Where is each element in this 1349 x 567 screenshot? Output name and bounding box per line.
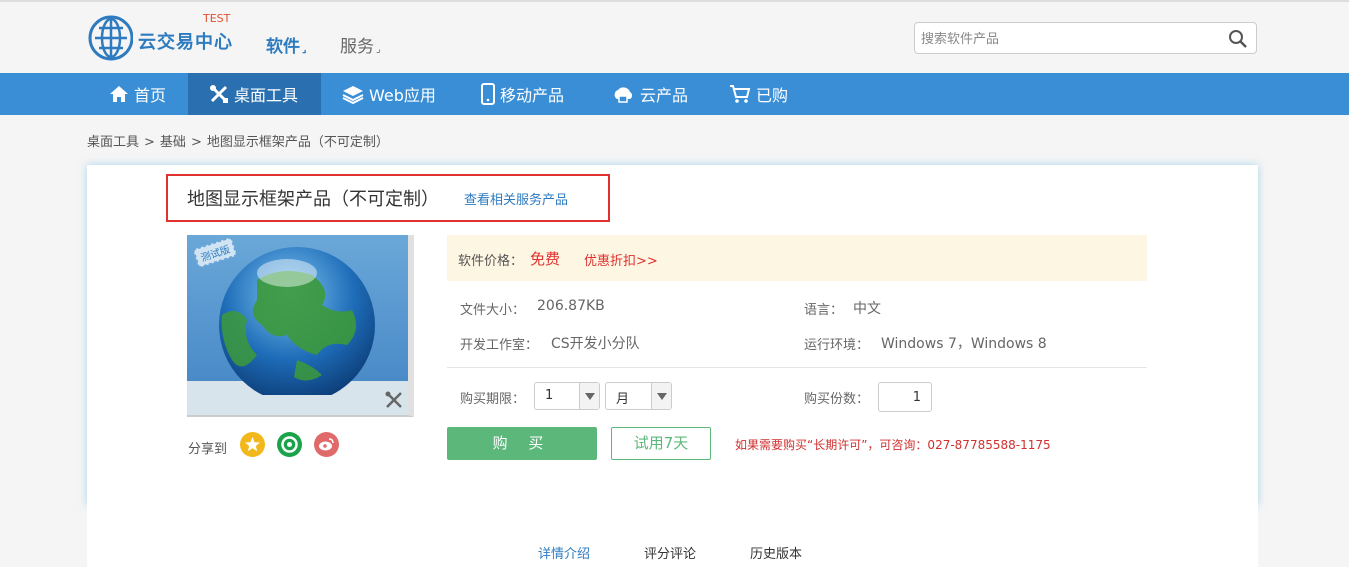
breadcrumb: 桌面工具 > 基础 > 地图显示框架产品（不可定制） bbox=[87, 131, 389, 150]
corner-mark-icon: ⌟ bbox=[302, 44, 307, 55]
breadcrumb-current: 地图显示框架产品（不可定制） bbox=[206, 135, 389, 150]
studio-value: CS开发小分队 bbox=[551, 336, 640, 352]
nav-software[interactable]: 软件 ⌟ bbox=[266, 32, 307, 57]
test-badge: TEST bbox=[203, 12, 231, 25]
long-term-license-notice: 如果需要购买“长期许可”，可咨询：027-87785588-1175 bbox=[735, 438, 1051, 452]
language-value: 中文 bbox=[853, 301, 881, 317]
period-unit-value: 月 bbox=[616, 392, 630, 407]
price-label: 软件价格： bbox=[458, 254, 524, 269]
wrench-icon bbox=[385, 391, 402, 408]
mobile-icon bbox=[481, 83, 495, 105]
runtime-env-value: Windows 7，Windows 8 bbox=[881, 336, 1047, 352]
buy-button[interactable]: 购 买 bbox=[447, 427, 597, 460]
file-size-value: 206.87KB bbox=[537, 298, 605, 314]
copies-input[interactable]: 1 bbox=[878, 382, 932, 412]
price-value: 免费 bbox=[530, 250, 561, 268]
trial-button[interactable]: 试用7天 bbox=[611, 427, 711, 460]
runtime-env-label: 运行环境： bbox=[804, 338, 870, 353]
file-size-label: 文件大小： bbox=[460, 303, 526, 318]
cloud-globe-logo-icon[interactable] bbox=[87, 12, 133, 62]
share-label: 分享到 bbox=[188, 442, 228, 457]
chevron-down-icon bbox=[579, 383, 599, 409]
discount-link[interactable]: 优惠折扣>> bbox=[584, 250, 658, 269]
chevron-down-icon bbox=[651, 383, 671, 409]
share-circle-button[interactable] bbox=[277, 432, 302, 457]
search-icon[interactable] bbox=[1228, 29, 1248, 49]
home-icon bbox=[110, 86, 128, 102]
nav-item-home[interactable]: 首页 bbox=[88, 73, 187, 115]
nav-item-label: 桌面工具 bbox=[234, 86, 299, 105]
tools-icon bbox=[210, 85, 228, 103]
nav-item-label: 首页 bbox=[134, 86, 167, 105]
target-icon bbox=[281, 436, 298, 453]
corner-mark-icon: ⌟ bbox=[376, 44, 381, 55]
breadcrumb-separator: > bbox=[144, 135, 155, 150]
nav-item-web-apps[interactable]: Web应用 bbox=[321, 73, 457, 115]
layers-icon bbox=[342, 86, 364, 104]
studio-label: 开发工作室： bbox=[460, 338, 539, 353]
copies-label: 购买份数： bbox=[804, 392, 870, 407]
nav-item-purchased[interactable]: 已购 bbox=[708, 73, 809, 115]
breadcrumb-item[interactable]: 基础 bbox=[160, 135, 186, 150]
nav-item-label: Web应用 bbox=[369, 86, 436, 105]
nav-item-cloud[interactable]: 云产品 bbox=[590, 73, 709, 115]
globe-icon bbox=[219, 247, 375, 395]
tab-history[interactable]: 历史版本 bbox=[750, 543, 802, 562]
search-input[interactable] bbox=[921, 29, 1221, 49]
tab-details[interactable]: 详情介绍 bbox=[538, 543, 590, 562]
nav-software-label: 软件 bbox=[266, 37, 300, 57]
share-favorite-button[interactable] bbox=[240, 432, 265, 457]
cart-icon bbox=[730, 85, 751, 103]
logo-text[interactable]: 云交易中心 bbox=[138, 28, 233, 54]
weibo-icon bbox=[319, 438, 334, 451]
period-unit-select[interactable]: 月 bbox=[605, 382, 672, 410]
divider bbox=[447, 367, 1147, 368]
nav-item-label: 云产品 bbox=[640, 86, 689, 105]
search-box bbox=[914, 22, 1257, 54]
breadcrumb-item[interactable]: 桌面工具 bbox=[87, 135, 139, 150]
nav-service[interactable]: 服务 ⌟ bbox=[340, 32, 381, 57]
nav-item-mobile[interactable]: 移动产品 bbox=[460, 73, 585, 115]
nav-item-desktop-tools[interactable]: 桌面工具 bbox=[188, 73, 321, 115]
period-number-value: 1 bbox=[545, 388, 554, 403]
copies-value: 1 bbox=[912, 390, 921, 405]
cloud-icon bbox=[614, 87, 633, 103]
nav-item-label: 已购 bbox=[756, 86, 789, 105]
nav-item-label: 移动产品 bbox=[500, 86, 565, 105]
nav-service-label: 服务 bbox=[340, 37, 374, 57]
product-image bbox=[187, 235, 414, 417]
share-weibo-button[interactable] bbox=[314, 432, 339, 457]
top-header: 云交易中心 TEST 软件 ⌟ 服务 ⌟ bbox=[0, 0, 1349, 73]
tab-reviews[interactable]: 评分评论 bbox=[644, 543, 696, 562]
star-icon bbox=[245, 437, 260, 452]
related-services-link[interactable]: 查看相关服务产品 bbox=[464, 189, 568, 208]
period-number-select[interactable]: 1 bbox=[534, 382, 600, 410]
main-nav: 首页 桌面工具 Web应用 移动产品 云产品 已购 bbox=[0, 73, 1349, 115]
language-label: 语言： bbox=[804, 303, 844, 318]
purchase-period-label: 购买期限： bbox=[460, 392, 526, 407]
product-title: 地图显示框架产品（不可定制） bbox=[187, 189, 439, 210]
breadcrumb-separator: > bbox=[190, 135, 202, 150]
